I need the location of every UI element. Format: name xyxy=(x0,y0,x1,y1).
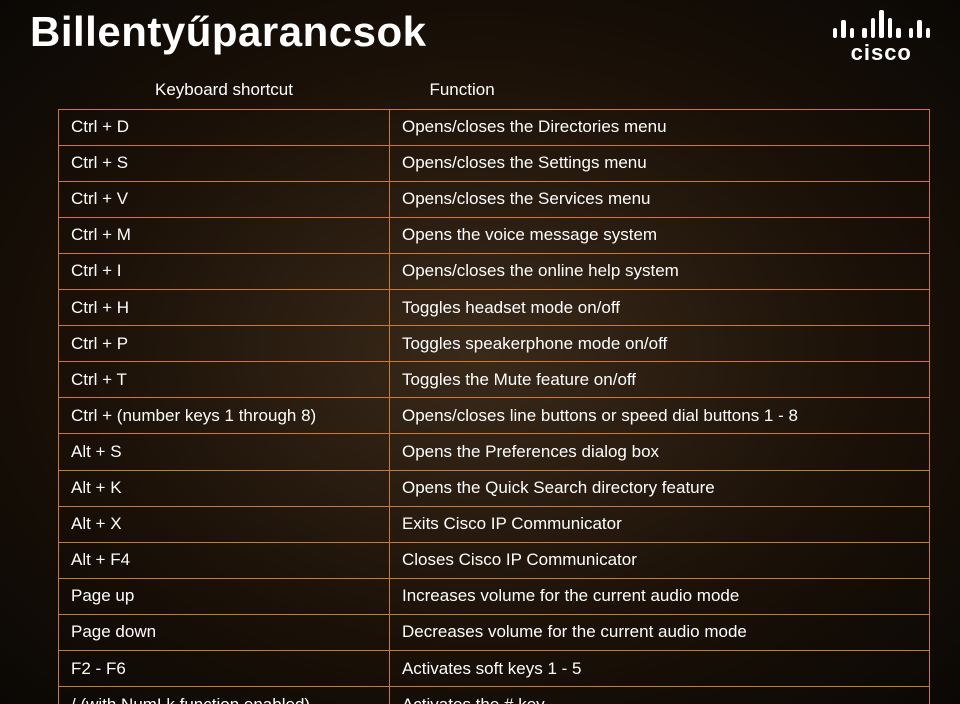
cell-function: Opens/closes the Directories menu xyxy=(389,109,929,145)
cell-function: Increases volume for the current audio m… xyxy=(389,578,929,614)
table-row: Ctrl + (number keys 1 through 8)Opens/cl… xyxy=(59,398,930,434)
cell-function: Opens the Preferences dialog box xyxy=(389,434,929,470)
cell-shortcut: Ctrl + M xyxy=(59,217,390,253)
cell-function: Opens the Quick Search directory feature xyxy=(389,470,929,506)
cell-shortcut: Ctrl + T xyxy=(59,362,390,398)
cell-shortcut: / (with NumLk function enabled) xyxy=(59,687,390,704)
table-row: Ctrl + PToggles speakerphone mode on/off xyxy=(59,326,930,362)
cell-shortcut: Ctrl + D xyxy=(59,109,390,145)
cell-function: Toggles speakerphone mode on/off xyxy=(389,326,929,362)
cell-function: Opens/closes the Services menu xyxy=(389,181,929,217)
table-row: Alt + XExits Cisco IP Communicator xyxy=(59,506,930,542)
cell-shortcut: Ctrl + P xyxy=(59,326,390,362)
table-row: Ctrl + MOpens the voice message system xyxy=(59,217,930,253)
table-row: Ctrl + HToggles headset mode on/off xyxy=(59,290,930,326)
cell-shortcut: F2 - F6 xyxy=(59,651,390,687)
cell-function: Decreases volume for the current audio m… xyxy=(389,614,929,650)
cell-shortcut: Ctrl + H xyxy=(59,290,390,326)
cisco-logo-bars-icon xyxy=(833,8,931,38)
table-row: Page upIncreases volume for the current … xyxy=(59,578,930,614)
cell-function: Opens the voice message system xyxy=(389,217,929,253)
cell-shortcut: Alt + S xyxy=(59,434,390,470)
table-row: Alt + F4Closes Cisco IP Communicator xyxy=(59,542,930,578)
cell-function: Exits Cisco IP Communicator xyxy=(389,506,929,542)
page-title: Billentyűparancsok xyxy=(30,8,426,56)
cell-function: Closes Cisco IP Communicator xyxy=(389,542,929,578)
cell-shortcut: Alt + K xyxy=(59,470,390,506)
cell-function: Toggles the Mute feature on/off xyxy=(389,362,929,398)
cell-function: Opens/closes line buttons or speed dial … xyxy=(389,398,929,434)
cell-shortcut: Ctrl + S xyxy=(59,145,390,181)
shortcuts-table-container: Keyboard shortcut Function Ctrl + DOpens… xyxy=(58,72,930,704)
table-row: F2 - F6Activates soft keys 1 - 5 xyxy=(59,651,930,687)
table-row: Page downDecreases volume for the curren… xyxy=(59,614,930,650)
cell-shortcut: Alt + X xyxy=(59,506,390,542)
table-row: Alt + SOpens the Preferences dialog box xyxy=(59,434,930,470)
table-row: / (with NumLk function enabled)Activates… xyxy=(59,687,930,704)
table-row: Ctrl + DOpens/closes the Directories men… xyxy=(59,109,930,145)
cell-shortcut: Page down xyxy=(59,614,390,650)
cell-shortcut: Ctrl + V xyxy=(59,181,390,217)
cisco-logo: cisco xyxy=(833,8,931,66)
table-row: Ctrl + SOpens/closes the Settings menu xyxy=(59,145,930,181)
header-shortcut: Keyboard shortcut xyxy=(59,72,390,109)
cell-function: Opens/closes the online help system xyxy=(389,253,929,289)
shortcuts-table: Keyboard shortcut Function Ctrl + DOpens… xyxy=(58,72,930,704)
cisco-logo-text: cisco xyxy=(833,40,931,66)
cell-shortcut: Page up xyxy=(59,578,390,614)
cell-function: Activates soft keys 1 - 5 xyxy=(389,651,929,687)
cell-shortcut: Ctrl + (number keys 1 through 8) xyxy=(59,398,390,434)
cell-function: Activates the # key xyxy=(389,687,929,704)
table-row: Ctrl + IOpens/closes the online help sys… xyxy=(59,253,930,289)
cell-shortcut: Alt + F4 xyxy=(59,542,390,578)
cell-function: Toggles headset mode on/off xyxy=(389,290,929,326)
table-row: Ctrl + VOpens/closes the Services menu xyxy=(59,181,930,217)
cell-shortcut: Ctrl + I xyxy=(59,253,390,289)
cell-function: Opens/closes the Settings menu xyxy=(389,145,929,181)
table-row: Ctrl + TToggles the Mute feature on/off xyxy=(59,362,930,398)
table-header-row: Keyboard shortcut Function xyxy=(59,72,930,109)
table-row: Alt + KOpens the Quick Search directory … xyxy=(59,470,930,506)
header-function: Function xyxy=(389,72,929,109)
